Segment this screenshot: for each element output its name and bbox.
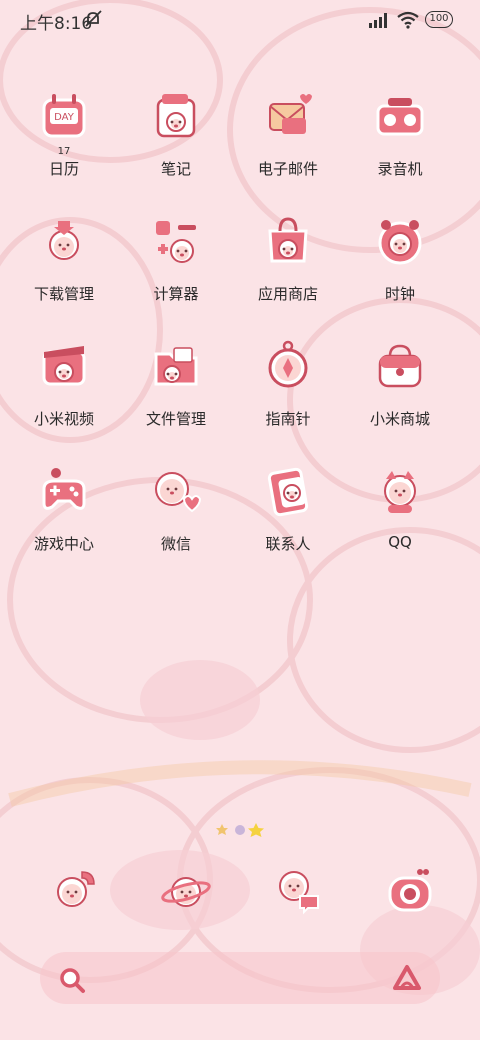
- wifi-icon: [397, 11, 419, 29]
- dock-browser[interactable]: [158, 862, 214, 918]
- app-app-store[interactable]: 应用商店: [232, 213, 344, 313]
- app-recorder[interactable]: 录音机: [344, 88, 456, 188]
- app-label: 联系人: [265, 535, 311, 553]
- calendar-icon: DAY: [36, 88, 92, 144]
- notes-icon: [148, 88, 204, 144]
- app-store-icon: [260, 213, 316, 269]
- assistant-icon[interactable]: [392, 964, 422, 992]
- dock-camera[interactable]: [382, 862, 438, 918]
- dock: [0, 862, 480, 918]
- app-notes[interactable]: 笔记: [120, 88, 232, 188]
- app-shopping-bag[interactable]: 小米商城: [344, 338, 456, 438]
- page-dot-3[interactable]: [248, 823, 264, 837]
- app-label: 录音机: [377, 160, 423, 178]
- clock-icon: [372, 213, 428, 269]
- app-qq[interactable]: QQ: [344, 463, 456, 563]
- app-label: 小米视频: [33, 410, 94, 428]
- app-video[interactable]: 小米视频: [8, 338, 120, 438]
- app-label: 小米商城: [369, 410, 430, 428]
- shopping-bag-icon: [372, 338, 428, 394]
- camera-icon: [388, 869, 432, 912]
- phone-icon: [57, 871, 95, 907]
- app-gamepad[interactable]: 游戏中心: [8, 463, 120, 563]
- app-folder[interactable]: 文件管理: [120, 338, 232, 438]
- page-indicator[interactable]: [216, 822, 266, 838]
- page-dot-1[interactable]: [216, 824, 228, 835]
- app-label: 文件管理: [145, 410, 206, 428]
- search-bar[interactable]: [40, 952, 440, 1004]
- battery-indicator: 100: [425, 11, 453, 28]
- wechat-icon: [148, 463, 204, 519]
- dock-phone[interactable]: [46, 862, 102, 918]
- app-label: QQ: [388, 533, 412, 551]
- app-download[interactable]: 下载管理: [8, 213, 120, 313]
- app-label: 下载管理: [33, 285, 94, 303]
- folder-icon: [148, 338, 204, 394]
- compass-icon: [260, 338, 316, 394]
- app-label: 日历: [48, 160, 79, 178]
- dock-messages[interactable]: [270, 862, 326, 918]
- app-label: 计算器: [153, 285, 199, 303]
- video-icon: [36, 338, 92, 394]
- app-label: 应用商店: [257, 285, 318, 303]
- recorder-icon: [372, 88, 428, 144]
- signal-icon: [369, 13, 387, 28]
- app-label: 笔记: [160, 160, 191, 178]
- page-dot-2[interactable]: [235, 825, 245, 835]
- download-icon: [36, 213, 92, 269]
- email-icon: [260, 88, 316, 144]
- contacts-icon: [260, 463, 316, 519]
- app-calendar[interactable]: DAY 17 日历: [8, 88, 120, 188]
- app-label: 电子邮件: [257, 160, 318, 178]
- search-icon[interactable]: [58, 966, 86, 994]
- app-wechat[interactable]: 微信: [120, 463, 232, 563]
- mute-icon: [85, 10, 102, 27]
- calculator-icon: [148, 213, 204, 269]
- gamepad-icon: [36, 463, 92, 519]
- app-compass[interactable]: 指南针: [232, 338, 344, 438]
- app-contacts[interactable]: 联系人: [232, 463, 344, 563]
- app-clock[interactable]: 时钟: [344, 213, 456, 313]
- qq-icon: [372, 463, 428, 519]
- svg-text:DAY: DAY: [54, 112, 75, 123]
- messages-icon: [279, 871, 319, 915]
- app-label: 指南针: [265, 410, 311, 428]
- status-bar: 上午8:16 100: [0, 0, 480, 40]
- app-email[interactable]: 电子邮件: [232, 88, 344, 188]
- browser-icon: [161, 877, 211, 907]
- app-calculator[interactable]: 计算器: [120, 213, 232, 313]
- app-label: 时钟: [384, 285, 415, 303]
- app-label: 微信: [160, 535, 191, 553]
- calendar-date-badge: 17: [57, 146, 71, 157]
- status-time: 上午8:16: [20, 14, 93, 34]
- app-label: 游戏中心: [33, 535, 94, 553]
